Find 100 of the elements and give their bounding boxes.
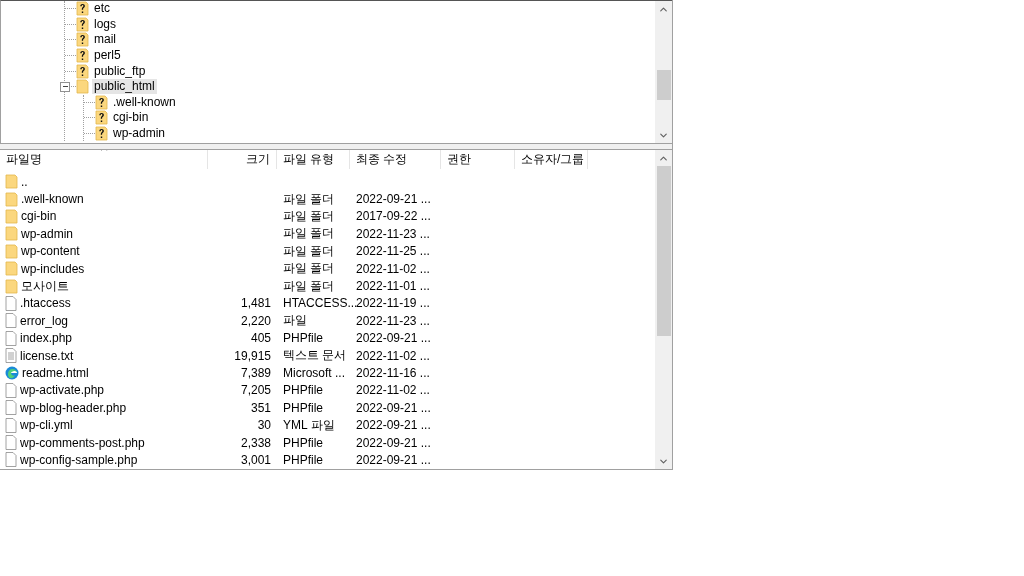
- file-type: 텍스트 문서: [283, 347, 347, 365]
- file-name[interactable]: error_log: [20, 313, 69, 328]
- file-size: 405: [250, 331, 271, 346]
- folder-icon: [5, 278, 18, 294]
- file-size: 2,338: [240, 435, 271, 450]
- file-size: 3,001: [240, 452, 271, 467]
- scrollbar[interactable]: [655, 1, 672, 143]
- tree-item[interactable]: public_ftp: [92, 63, 148, 79]
- file-size: 7,389: [240, 366, 271, 380]
- scrollbar[interactable]: [655, 150, 672, 469]
- modified-date: 2022-11-02 ...: [356, 348, 430, 363]
- file-name[interactable]: wp-activate.php: [20, 383, 105, 398]
- file-type: 파일 폴더: [283, 207, 335, 225]
- unknown-folder-icon: [76, 48, 89, 64]
- file-icon: [5, 417, 17, 433]
- tree-item[interactable]: wp-admin: [111, 126, 168, 142]
- file-name[interactable]: .htaccess: [20, 296, 71, 311]
- tree-item[interactable]: cgi-bin: [111, 110, 151, 126]
- file-icon: [5, 295, 17, 311]
- file-type: PHPfile: [283, 400, 323, 415]
- folder-icon: [5, 191, 18, 207]
- tree-item[interactable]: .well-known: [111, 94, 178, 110]
- file-icon: [5, 435, 17, 451]
- unknown-folder-icon: [76, 32, 89, 48]
- scrollbar-thumb[interactable]: [656, 166, 671, 336]
- folder-icon: [76, 79, 89, 95]
- modified-date: 2022-11-19 ...: [356, 296, 430, 311]
- tree-item[interactable]: mail: [92, 32, 118, 48]
- scrollbar-thumb[interactable]: [656, 70, 671, 100]
- file-type: 파일 폴더: [283, 225, 335, 243]
- folder-icon: [5, 208, 18, 224]
- file-icon: [5, 382, 17, 398]
- file-name[interactable]: wp-includes: [21, 261, 85, 276]
- file-name[interactable]: wp-blog-header.php: [20, 400, 127, 415]
- modified-date: 2022-09-21 ...: [356, 418, 431, 433]
- column-header[interactable]: 권한: [441, 150, 515, 169]
- file-size: 351: [250, 400, 271, 415]
- file-name[interactable]: wp-comments-post.php: [20, 435, 145, 450]
- file-name[interactable]: wp-cli.yml: [20, 418, 73, 433]
- modified-date: 2022-11-02 ...: [356, 383, 430, 398]
- splitter[interactable]: [0, 143, 672, 150]
- file-icon: [5, 452, 17, 468]
- file-icon: [5, 313, 17, 329]
- column-header[interactable]: 최종 수정: [350, 150, 441, 169]
- column-header[interactable]: 크기: [208, 150, 277, 169]
- column-header[interactable]: 파일명: [0, 150, 208, 169]
- file-name[interactable]: 모사이트: [21, 277, 69, 295]
- unknown-folder-icon: [95, 94, 108, 110]
- modified-date: 2022-09-21 ...: [356, 435, 431, 450]
- file-type: 파일 폴더: [283, 277, 335, 295]
- file-type: PHPfile: [283, 452, 323, 467]
- modified-date: 2022-09-21 ...: [356, 331, 431, 346]
- file-name[interactable]: wp-content: [21, 244, 80, 259]
- tree-item[interactable]: etc: [92, 1, 112, 17]
- tree-item[interactable]: logs: [92, 16, 118, 32]
- modified-date: 2022-09-21 ...: [356, 452, 431, 467]
- unknown-folder-icon: [95, 110, 108, 126]
- file-name[interactable]: index.php: [20, 331, 73, 346]
- file-name[interactable]: readme.html: [22, 366, 89, 380]
- tree-item[interactable]: perl5: [92, 48, 123, 64]
- file-name[interactable]: wp-config-sample.php: [20, 452, 138, 467]
- folder-icon: [5, 174, 18, 190]
- tree-item[interactable]: public_html: [92, 79, 157, 95]
- folder-icon: [5, 261, 18, 277]
- modified-date: 2022-11-16 ...: [356, 366, 430, 380]
- file-name[interactable]: .well-known: [21, 192, 84, 207]
- file-type: Microsoft ...: [283, 366, 345, 380]
- file-name[interactable]: ..: [21, 174, 28, 189]
- column-header[interactable]: 소유자/그룹: [515, 150, 588, 169]
- text-file-icon: [5, 348, 17, 364]
- file-size: 2,220: [240, 313, 271, 328]
- column-header[interactable]: 파일 유형: [277, 150, 350, 169]
- file-name[interactable]: license.txt: [20, 348, 74, 363]
- file-type: 파일: [283, 312, 307, 330]
- file-name[interactable]: cgi-bin: [21, 209, 57, 224]
- file-type: YML 파일: [283, 416, 335, 434]
- modified-date: 2022-11-23 ...: [356, 313, 430, 328]
- file-type: PHPfile: [283, 383, 323, 398]
- collapse-toggle[interactable]: [60, 81, 70, 92]
- modified-date: 2022-09-21 ...: [356, 400, 431, 415]
- modified-date: 2022-11-02 ...: [356, 261, 430, 276]
- folder-icon: [5, 243, 18, 259]
- file-type: HTACCESS...: [283, 296, 358, 311]
- file-size: 7,205: [240, 383, 271, 398]
- file-icon: [5, 330, 17, 346]
- file-size: 1,481: [240, 296, 271, 311]
- modified-date: 2022-09-21 ...: [356, 192, 431, 207]
- file-name[interactable]: wp-admin: [21, 226, 74, 241]
- unknown-folder-icon: [76, 1, 89, 17]
- modified-date: 2022-11-25 ...: [356, 244, 430, 259]
- file-size: 19,915: [234, 348, 271, 363]
- file-type: PHPfile: [283, 331, 323, 346]
- folder-icon: [5, 226, 18, 242]
- unknown-folder-icon: [76, 16, 89, 32]
- file-type: PHPfile: [283, 435, 323, 450]
- file-type: 파일 폴더: [283, 260, 335, 278]
- unknown-folder-icon: [76, 63, 89, 79]
- file-type: 파일 폴더: [283, 242, 335, 260]
- file-size: 30: [257, 418, 271, 433]
- browser-icon: [5, 366, 19, 380]
